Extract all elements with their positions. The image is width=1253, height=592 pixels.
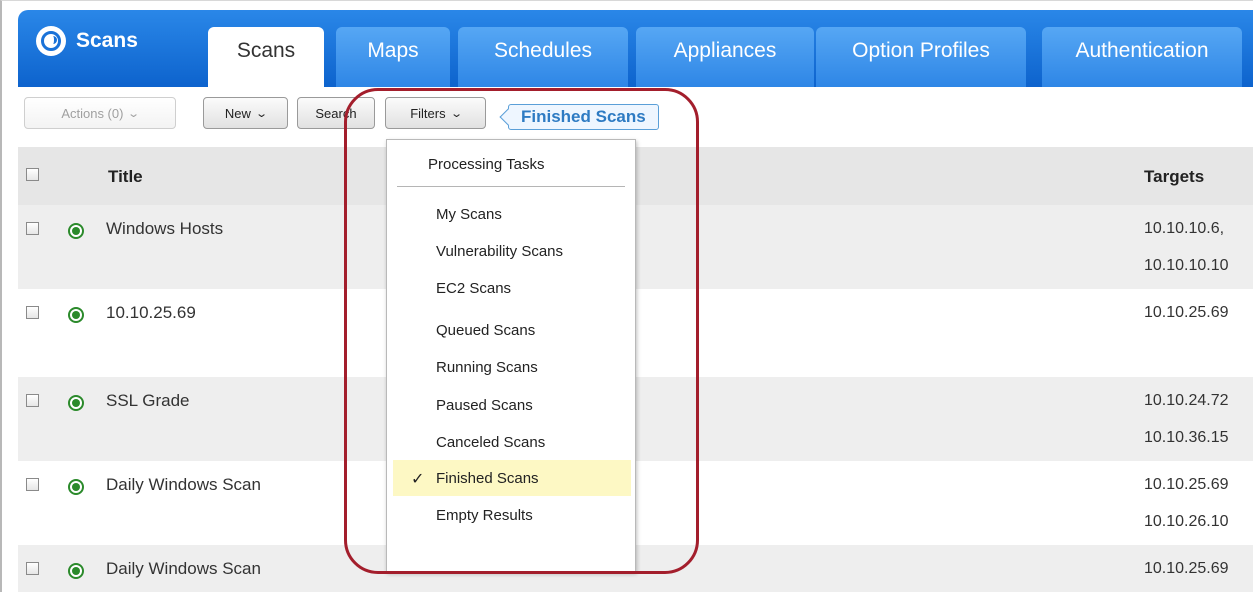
status-finished-icon (68, 223, 84, 239)
brand-title: Scans (76, 29, 138, 52)
scan-title[interactable]: Daily Windows Scan (106, 559, 261, 579)
chevron-down-icon: ⌄ (255, 107, 268, 120)
scan-title[interactable]: Daily Windows Scan (106, 475, 261, 495)
target-ip: 10.10.36.15 (1144, 429, 1229, 446)
tab-authentication[interactable]: Authentication (1042, 27, 1242, 87)
tab-schedules[interactable]: Schedules (458, 27, 628, 87)
column-title[interactable]: Title (108, 167, 143, 187)
new-button[interactable]: New ⌄ (203, 97, 288, 129)
target-ip: 10.10.10.6, (1144, 220, 1225, 237)
top-nav-bar: Scans Scans Maps Schedules Appliances Op… (18, 10, 1253, 87)
brand[interactable]: Scans (36, 23, 138, 59)
scan-title[interactable]: 10.10.25.69 (106, 303, 196, 323)
column-targets[interactable]: Targets (1144, 167, 1204, 187)
status-finished-icon (68, 307, 84, 323)
target-ip: 10.10.24.72 (1144, 392, 1229, 409)
row-checkbox[interactable] (26, 562, 39, 575)
row-checkbox[interactable] (26, 394, 39, 407)
target-ip: 10.10.10.10 (1144, 257, 1229, 274)
scans-logo-icon (36, 26, 66, 56)
target-ip: 10.10.25.69 (1144, 476, 1229, 493)
status-finished-icon (68, 479, 84, 495)
actions-button[interactable]: Actions (0) ⌄ (24, 97, 176, 129)
tab-appliances[interactable]: Appliances (636, 27, 814, 87)
target-ip: 10.10.25.69 (1144, 560, 1229, 577)
scan-title[interactable]: Windows Hosts (106, 219, 223, 239)
tab-option-profiles[interactable]: Option Profiles (816, 27, 1026, 87)
row-checkbox[interactable] (26, 306, 39, 319)
row-checkbox[interactable] (26, 478, 39, 491)
chevron-down-icon: ⌄ (127, 107, 141, 120)
row-checkbox[interactable] (26, 222, 39, 235)
tab-maps[interactable]: Maps (336, 27, 450, 87)
target-ip: 10.10.25.69 (1144, 304, 1229, 321)
select-all-checkbox[interactable] (26, 168, 39, 181)
actions-label: Actions (0) (61, 105, 124, 121)
tab-scans[interactable]: Scans (208, 27, 324, 87)
status-finished-icon (68, 395, 84, 411)
callout-highlight (344, 88, 699, 574)
status-finished-icon (68, 563, 84, 579)
scan-title[interactable]: SSL Grade (106, 391, 189, 411)
target-ip: 10.10.26.10 (1144, 513, 1229, 530)
new-label: New (224, 105, 251, 121)
